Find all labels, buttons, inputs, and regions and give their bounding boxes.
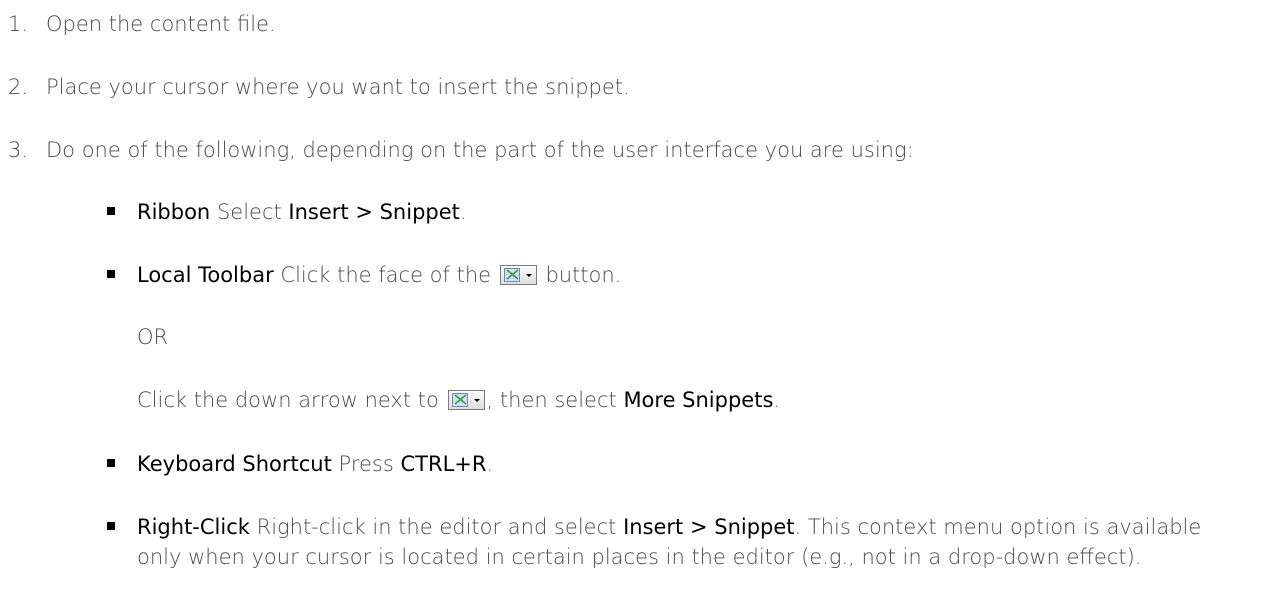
or-separator: OR	[137, 325, 169, 349]
step-number: 1.	[8, 12, 29, 36]
option-right-click: Right-Click Right-click in the editor an…	[137, 512, 1247, 572]
option-label: Keyboard Shortcut	[137, 452, 332, 476]
step-number: 2.	[8, 75, 29, 99]
option-local-toolbar: Local Toolbar Click the face of the butt…	[137, 261, 621, 289]
command-name: Insert > Snippet	[288, 200, 460, 224]
option-text: Click the face of the	[280, 263, 492, 287]
insert-snippet-icon	[451, 393, 468, 407]
step-text: Do one of the following, depending on th…	[46, 138, 914, 162]
option-text: Select	[216, 200, 282, 224]
option-text-end: .	[773, 388, 781, 412]
option-local-toolbar-alt: Click the down arrow next to , then sele…	[137, 386, 780, 414]
bullet-marker	[107, 522, 115, 530]
option-text: Right-click in the editor and select	[256, 515, 617, 539]
insert-snippet-icon	[503, 268, 520, 282]
option-text-end: .	[459, 200, 467, 224]
snippet-toolbar-button[interactable]	[499, 265, 537, 285]
option-label: Local Toolbar	[137, 263, 274, 287]
option-label: Right-Click	[137, 515, 250, 539]
option-text: Press	[338, 452, 394, 476]
step-text: Open the content file.	[46, 12, 276, 36]
step-number: 3.	[8, 138, 29, 162]
step-3: 3. Do one of the following, depending on …	[8, 136, 914, 164]
bullet-marker	[107, 459, 115, 467]
command-name: Insert > Snippet	[623, 515, 795, 539]
snippet-toolbar-button-dropdown[interactable]	[447, 390, 485, 410]
chevron-down-icon	[473, 399, 480, 402]
option-text-middle: , then select	[486, 388, 617, 412]
option-ribbon: Ribbon Select Insert > Snippet.	[137, 198, 467, 226]
command-name: More Snippets	[623, 388, 774, 412]
option-text: Click the down arrow next to	[137, 388, 439, 412]
chevron-down-icon	[525, 274, 532, 277]
keyboard-shortcut: CTRL+R	[400, 452, 487, 476]
step-1: 1. Open the content file.	[8, 10, 276, 38]
bullet-marker	[107, 207, 115, 215]
option-text-end: button.	[545, 263, 622, 287]
option-keyboard: Keyboard Shortcut Press CTRL+R.	[137, 450, 493, 478]
step-2: 2. Place your cursor where you want to in…	[8, 73, 630, 101]
step-text: Place your cursor where you want to inse…	[46, 75, 630, 99]
option-text-end: .	[486, 452, 494, 476]
bullet-marker	[107, 270, 115, 278]
option-label: Ribbon	[137, 200, 211, 224]
